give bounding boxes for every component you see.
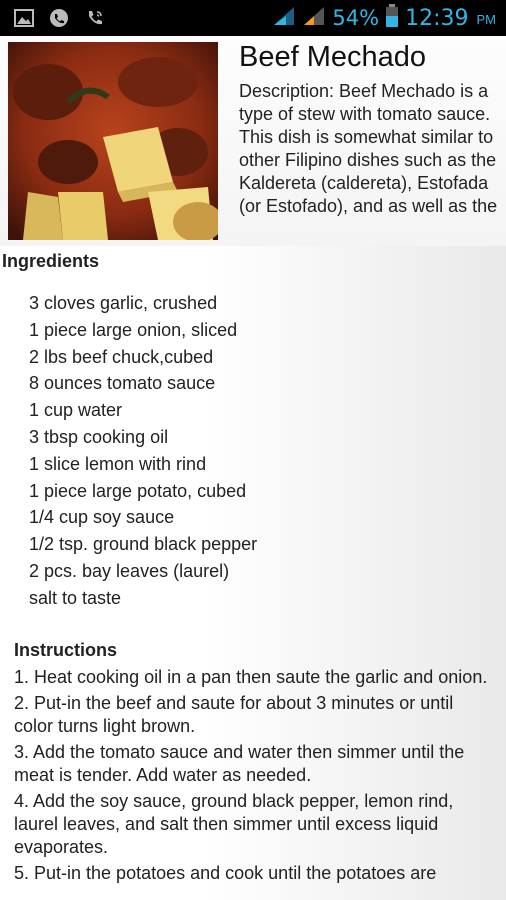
status-bar: 54% 12:39 PM — [0, 0, 506, 36]
instructions-list: 1. Heat cooking oil in a pan then saute … — [14, 666, 494, 888]
ingredients-heading: Ingredients — [2, 251, 100, 271]
ingredient-item: 1 piece large potato, cubed — [29, 480, 247, 501]
ingredient-item: 1/4 cup soy sauce — [29, 507, 175, 528]
viber-icon — [48, 7, 70, 34]
ingredient-item: 1 piece large onion, sliced — [29, 319, 238, 340]
recipe-header: Beef Mechado Description: Beef Mechado i… — [0, 36, 506, 246]
recipe-description: Description: Beef Mechado is a type of s… — [239, 81, 498, 216]
phone-call-icon — [84, 7, 106, 34]
ingredient-item: 1/2 tsp. ground black pepper — [29, 534, 258, 555]
ingredient-item: 1 cup water — [29, 400, 123, 421]
ingredient-item: 8 ounces tomato sauce — [29, 373, 216, 394]
clock-ampm: PM — [476, 12, 497, 27]
ingredients-list: 3 cloves garlic, crushed 1 piece large o… — [29, 290, 257, 612]
image-icon — [14, 9, 34, 32]
instruction-step: 4. Add the soy sauce, ground black peppe… — [14, 791, 454, 857]
ingredient-item: 2 pcs. bay leaves (laurel) — [29, 560, 230, 581]
signal-icon — [272, 5, 296, 32]
ingredient-item: 3 tbsp cooking oil — [29, 426, 169, 447]
recipe-body[interactable]: Ingredients 3 cloves garlic, crushed 1 p… — [0, 246, 506, 900]
instructions-heading: Instructions — [14, 640, 118, 660]
instruction-step: 2. Put-in the beef and saute for about 3… — [14, 693, 454, 736]
recipe-photo — [8, 42, 218, 240]
signal-icon-2 — [302, 5, 326, 32]
ingredient-item: 3 cloves garlic, crushed — [29, 293, 218, 313]
instruction-step: 3. Add the tomato sauce and water then s… — [14, 742, 465, 785]
ingredient-item: 2 lbs beef chuck,cubed — [29, 346, 214, 367]
clock-time: 12:39 — [405, 5, 469, 31]
recipe-title: Beef Mechado — [239, 41, 427, 73]
instruction-step: 1. Heat cooking oil in a pan then saute … — [14, 667, 488, 687]
instruction-step: 5. Put-in the potatoes and cook until th… — [14, 863, 437, 883]
battery-percent: 54% — [332, 6, 380, 30]
battery-icon — [385, 3, 399, 33]
ingredient-item: 1 slice lemon with rind — [29, 453, 207, 474]
ingredient-item: salt to taste — [29, 587, 122, 608]
